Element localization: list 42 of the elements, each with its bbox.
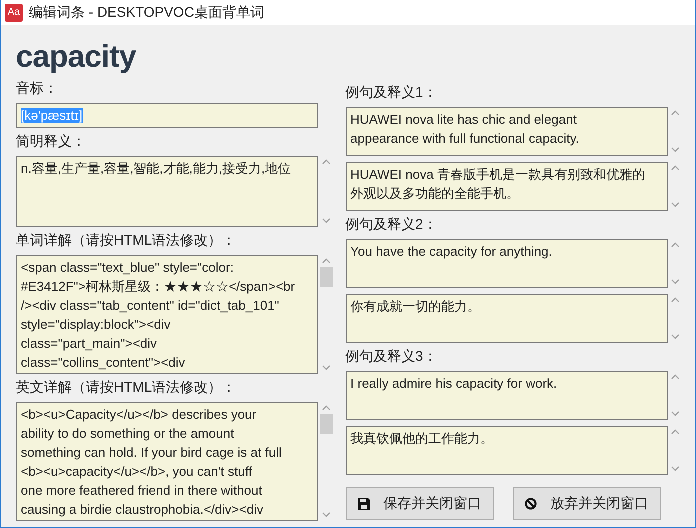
window-title: 编辑词条 - DESKTOPVOC桌面背单词	[29, 3, 264, 22]
field-label: 单词详解（请按HTML语法修改）：	[16, 231, 238, 249]
text-area[interactable]: <span class="text_blue" style="color: #E3412F">柯林斯星级：★★★☆☆</span><br /><div class="tab_content" id="dict_tab_101" style="display:block"><div class="part_main"><div class="collins_content"><div	[16, 255, 318, 374]
scroll-up-icon[interactable]	[322, 258, 330, 264]
text-area[interactable]: 你有成就一切的能力。	[346, 294, 668, 343]
scroll-down-icon[interactable]	[322, 218, 330, 224]
text-area[interactable]: n.容量,生产量,容量,智能,才能,能力,接受力,地位	[16, 156, 318, 227]
text-area[interactable]: I really admire his capacity for work.	[346, 371, 668, 420]
scroll-down-icon[interactable]	[322, 512, 330, 518]
text-area[interactable]: HUAWEI nova lite has chic and elegant appearance with full functional capacity.	[346, 107, 668, 156]
scroll-up-icon[interactable]	[322, 159, 330, 165]
prohibited-icon	[524, 498, 537, 510]
scroll-up-icon[interactable]	[322, 405, 330, 411]
scroll-up-icon[interactable]	[671, 165, 680, 171]
text-area[interactable]: <b><u>Capacity</u></b> describes your ability to do something or the amount something can hold. If your bird cage is at full <b><u>capacity</u></b>, you can't stuff one more feathered friend in there without causing a birdie claustrophobia.</div><div	[16, 402, 318, 521]
text-area[interactable]: You have the capacity for anything.	[346, 239, 668, 288]
scroll-down-icon[interactable]	[671, 334, 680, 340]
scroll-up-icon[interactable]	[671, 297, 680, 303]
save-button[interactable]: 保存并关闭窗口	[346, 487, 494, 520]
field-label: 例句及释义2：	[346, 215, 438, 233]
app-icon: Aa	[5, 4, 23, 22]
field-label: 简明释义：	[16, 132, 87, 150]
scroll-up-icon[interactable]	[671, 374, 680, 380]
cancel-button[interactable]: 放弃并关闭窗口	[512, 487, 661, 520]
scroll-up-icon[interactable]	[671, 110, 680, 116]
text-area[interactable]: 我真钦佩他的工作能力。	[346, 426, 668, 475]
scroll-thumb[interactable]	[320, 267, 332, 287]
scroll-down-icon[interactable]	[671, 411, 680, 417]
scroll-down-icon[interactable]	[671, 202, 680, 208]
text-area[interactable]: HUAWEI nova 青春版手机是一款具有别致和优雅的 外观以及多功能的全能手机。	[346, 162, 668, 211]
field-label: 例句及释义1：	[346, 83, 438, 101]
field-label: 例句及释义3：	[346, 347, 438, 365]
scroll-up-icon[interactable]	[671, 429, 680, 435]
scroll-down-icon[interactable]	[671, 147, 680, 153]
scroll-down-icon[interactable]	[322, 365, 330, 371]
scroll-down-icon[interactable]	[671, 279, 680, 285]
scroll-up-icon[interactable]	[671, 242, 680, 248]
word-heading: capacity	[16, 38, 138, 75]
field-label: 音标：	[16, 79, 59, 97]
scroll-down-icon[interactable]	[671, 466, 680, 472]
scroll-thumb[interactable]	[320, 414, 332, 434]
field-label: 英文详解（请按HTML语法修改）：	[16, 378, 238, 396]
